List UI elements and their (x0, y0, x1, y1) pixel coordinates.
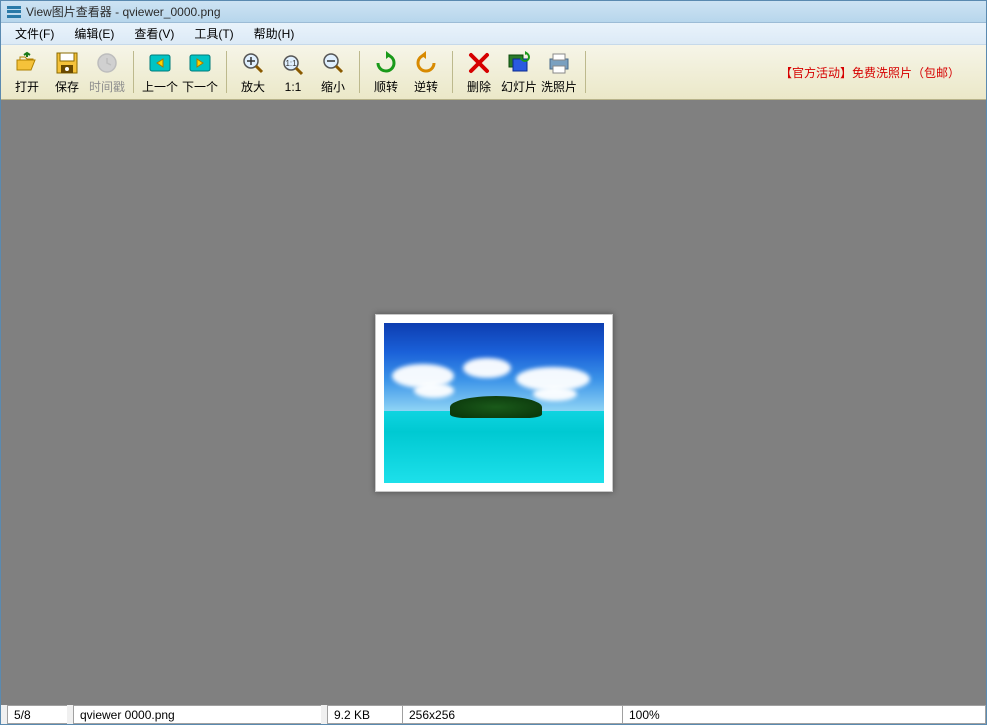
print-label: 洗照片 (541, 78, 577, 95)
rotate-cw-label: 顺转 (374, 78, 398, 95)
next-arrow-icon (188, 51, 212, 75)
separator (585, 51, 586, 93)
separator (133, 51, 134, 93)
separator (226, 51, 227, 93)
timestamp-icon (95, 51, 119, 75)
zoom-out-icon (321, 51, 345, 75)
toolbar: 打开 保存 时间戳 上一个 下一个 (1, 45, 986, 100)
window-title: View图片查看器 - qviewer_0000.png (26, 3, 221, 20)
delete-x-icon (467, 51, 491, 75)
menu-tools[interactable]: 工具(T) (184, 23, 243, 44)
separator (359, 51, 360, 93)
delete-label: 删除 (467, 78, 491, 95)
status-index: 5/8 (7, 705, 67, 724)
prev-button[interactable]: 上一个 (140, 47, 180, 97)
menu-help[interactable]: 帮助(H) (244, 23, 305, 44)
printer-icon (547, 51, 571, 75)
actual-size-button[interactable]: 1:1 1:1 (273, 47, 313, 97)
menu-view[interactable]: 查看(V) (124, 23, 184, 44)
svg-text:1:1: 1:1 (285, 59, 297, 68)
titlebar: View图片查看器 - qviewer_0000.png (1, 1, 986, 23)
slideshow-label: 幻灯片 (501, 78, 537, 95)
prev-label: 上一个 (142, 78, 178, 95)
menu-edit[interactable]: 编辑(E) (64, 23, 124, 44)
menu-file[interactable]: 文件(F) (5, 23, 64, 44)
delete-button[interactable]: 删除 (459, 47, 499, 97)
zoom-out-button[interactable]: 缩小 (313, 47, 353, 97)
save-button[interactable]: 保存 (47, 47, 87, 97)
rotate-ccw-label: 逆转 (414, 78, 438, 95)
rotate-ccw-button[interactable]: 逆转 (406, 47, 446, 97)
separator (452, 51, 453, 93)
timestamp-button[interactable]: 时间戳 (87, 47, 127, 97)
save-label: 保存 (55, 78, 79, 95)
next-button[interactable]: 下一个 (180, 47, 220, 97)
slideshow-icon (507, 51, 531, 75)
timestamp-label: 时间戳 (89, 78, 125, 95)
status-zoom: 100% (622, 705, 986, 724)
rotate-cw-icon (374, 51, 398, 75)
next-label: 下一个 (182, 78, 218, 95)
prev-arrow-icon (148, 51, 172, 75)
displayed-image (384, 323, 604, 483)
status-dimensions: 256x256 (402, 705, 622, 724)
zoom-in-icon (241, 51, 265, 75)
rotate-ccw-icon (414, 51, 438, 75)
image-viewport[interactable] (1, 100, 986, 705)
save-floppy-icon (55, 51, 79, 75)
zoom-in-button[interactable]: 放大 (233, 47, 273, 97)
open-button[interactable]: 打开 (7, 47, 47, 97)
zoom-in-label: 放大 (241, 78, 265, 95)
statusbar: 5/8 qviewer 0000.png 9.2 KB 256x256 100% (1, 705, 986, 724)
actual-size-label: 1:1 (285, 80, 302, 94)
open-folder-icon (15, 51, 39, 75)
promo-link[interactable]: 【官方活动】免费洗照片（包邮） (780, 64, 980, 81)
status-filename: qviewer 0000.png (73, 705, 321, 724)
slideshow-button[interactable]: 幻灯片 (499, 47, 539, 97)
zoom-out-label: 缩小 (321, 78, 345, 95)
open-label: 打开 (15, 78, 39, 95)
menubar: 文件(F) 编辑(E) 查看(V) 工具(T) 帮助(H) (1, 23, 986, 45)
status-filesize: 9.2 KB (327, 705, 402, 724)
image-frame (375, 314, 613, 492)
actual-size-icon: 1:1 (281, 53, 305, 77)
print-button[interactable]: 洗照片 (539, 47, 579, 97)
app-icon (7, 6, 21, 18)
rotate-cw-button[interactable]: 顺转 (366, 47, 406, 97)
